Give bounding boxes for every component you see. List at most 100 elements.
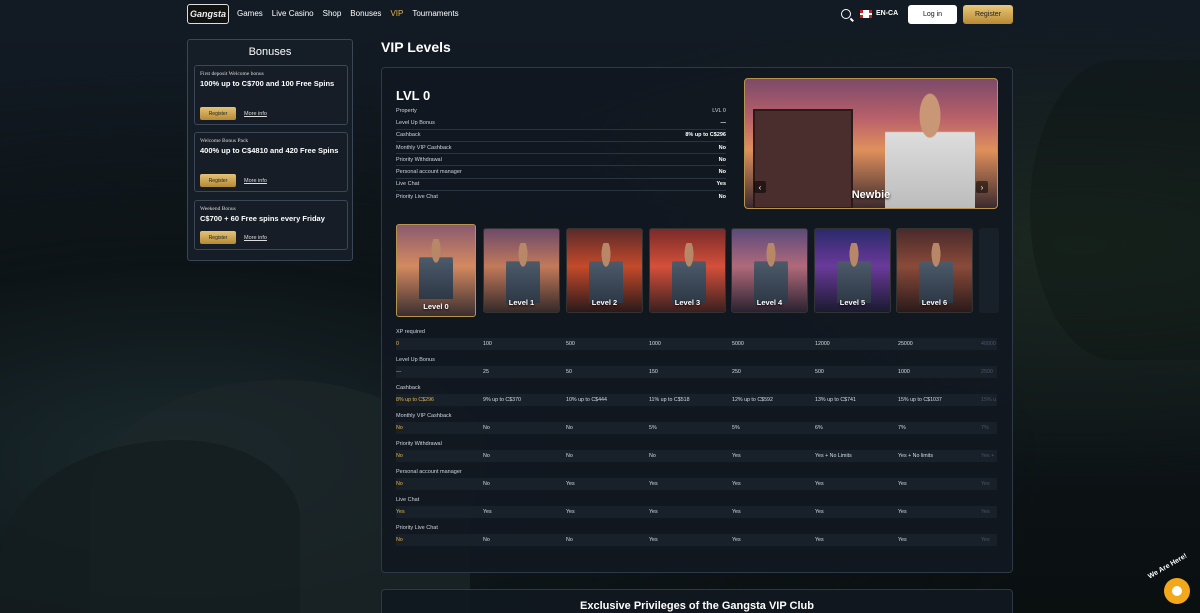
table-cell: No	[649, 453, 656, 459]
bonus-card: Weekend Bonus C$700 + 60 Free spins ever…	[194, 200, 348, 250]
table-cell: Yes	[898, 509, 907, 515]
table-cell: Yes + No limits	[898, 453, 933, 459]
table-cell: Yes + No	[981, 453, 996, 459]
table-section-header: Priority Withdrawal	[396, 440, 442, 447]
property-row: Level Up Bonus —	[396, 117, 726, 130]
nav-live-casino[interactable]: Live Casino	[272, 9, 314, 18]
canada-flag-icon[interactable]	[860, 10, 872, 18]
search-icon[interactable]	[841, 9, 851, 19]
table-cell: Yes	[815, 537, 824, 543]
table-cell: Yes	[981, 509, 990, 515]
level-card-partial[interactable]	[979, 228, 999, 313]
background-palm	[1030, 60, 1200, 360]
nav-bonuses[interactable]: Bonuses	[350, 9, 381, 18]
next-arrow-icon[interactable]: ›	[976, 181, 988, 193]
character-image	[506, 243, 540, 303]
bonus-description: C$700 + 60 Free spins every Friday	[200, 214, 325, 223]
privileges-title: Exclusive Privileges of the Gangsta VIP …	[580, 600, 814, 612]
bonus-register-button[interactable]: Register	[200, 107, 236, 120]
property-row: Monthly VIP Cashback No	[396, 142, 726, 155]
property-label: Property	[396, 108, 417, 115]
table-cell: Yes	[396, 509, 405, 515]
table-cell: Yes	[898, 537, 907, 543]
character-image	[919, 243, 953, 303]
chat-label: We Are Here!	[1147, 552, 1189, 581]
level-card-label: Level 6	[921, 298, 948, 307]
bonus-register-button[interactable]: Register	[200, 231, 236, 244]
property-label: Priority Withdrawal	[396, 156, 442, 163]
table-cell: 100	[483, 341, 492, 347]
main-nav: Games Live Casino Shop Bonuses VIP Tourn…	[237, 9, 459, 18]
language-selector[interactable]: EN-CA	[876, 10, 898, 17]
table-cell: No	[396, 537, 403, 543]
bonus-card: First deposit Welcome bonus 100% up to C…	[194, 65, 348, 125]
property-value: No	[718, 169, 726, 176]
bonus-type: Welcome Bonus Pack	[200, 138, 249, 144]
nav-shop[interactable]: Shop	[323, 9, 342, 18]
bonus-more-info-link[interactable]: More info	[244, 178, 267, 184]
bonus-description: 400% up to C$4810 and 420 Free Spins	[200, 146, 339, 155]
level-card[interactable]: Level 3	[649, 228, 726, 313]
table-row: No No No No Yes Yes + No Limits Yes + No limit…	[396, 450, 997, 462]
level-card[interactable]: Level 2	[566, 228, 643, 313]
table-row: — 25 50 150 250 500 1000 2500	[396, 366, 997, 378]
login-button[interactable]: Log in	[908, 5, 957, 24]
table-cell: No	[396, 425, 403, 431]
bonus-more-info-link[interactable]: More info	[244, 235, 267, 241]
table-cell: 13% up to C$741	[815, 397, 856, 403]
table-cell: Yes	[898, 481, 907, 487]
table-cell: No	[566, 425, 573, 431]
property-value: No	[718, 156, 726, 163]
character-image	[419, 239, 453, 299]
table-section-header: XP required	[396, 328, 425, 335]
level-card[interactable]: Level 5	[814, 228, 891, 313]
level-card[interactable]: Level 0	[396, 224, 476, 317]
nav-tournaments[interactable]: Tournaments	[412, 9, 458, 18]
table-cell: 0	[396, 341, 399, 347]
level-card[interactable]: Level 1	[483, 228, 560, 313]
table-cell: 12% up to C$592	[732, 397, 773, 403]
bonus-register-button[interactable]: Register	[200, 174, 236, 187]
site-logo[interactable]: Gangsta	[187, 4, 229, 24]
table-cell: 5%	[649, 425, 657, 431]
prev-arrow-icon[interactable]: ‹	[754, 181, 766, 193]
table-cell: Yes	[981, 537, 990, 543]
table-cell: 12000	[815, 341, 830, 347]
table-section-header: Cashback	[396, 384, 421, 391]
level-card[interactable]: Level 4	[731, 228, 808, 313]
background-rock	[0, 440, 300, 613]
property-value: LVL 0	[712, 108, 726, 115]
table-cell: 1000	[898, 369, 910, 375]
nav-vip[interactable]: VIP	[390, 9, 403, 18]
table-cell: 250	[732, 369, 741, 375]
hero-level-name: Newbie	[851, 189, 891, 201]
character-image	[837, 243, 871, 303]
table-cell: Yes	[732, 537, 741, 543]
property-row: Cashback 8% up to C$296	[396, 130, 726, 142]
property-value: Yes	[716, 181, 726, 188]
table-section-header: Monthly VIP Cashback	[396, 412, 452, 419]
table-cell: Yes	[483, 509, 492, 515]
table-cell: 5%	[732, 425, 740, 431]
property-label: Monthly VIP Cashback	[396, 144, 452, 151]
table-row: No No No Yes Yes Yes Yes Yes	[396, 534, 997, 546]
bonus-more-info-link[interactable]: More info	[244, 111, 267, 117]
property-value: No	[718, 194, 726, 201]
table-section-header: Personal account manager	[396, 468, 462, 475]
table-cell: Yes	[566, 509, 575, 515]
table-cell: 10% up to C$444	[566, 397, 607, 403]
level-card-label: Level 4	[756, 298, 783, 307]
property-row: Live Chat Yes	[396, 179, 726, 192]
level-card[interactable]: Level 6	[896, 228, 973, 313]
bonuses-sidebar: Bonuses First deposit Welcome bonus 100%…	[187, 39, 353, 261]
nav-games[interactable]: Games	[237, 9, 263, 18]
level-card-label: Level 1	[508, 298, 535, 307]
bonus-type: Weekend Bonus	[200, 206, 236, 212]
property-label: Personal account manager	[396, 169, 462, 176]
property-row: Priority Live Chat No	[396, 191, 726, 203]
register-button[interactable]: Register	[963, 5, 1013, 24]
property-header: Property LVL 0	[396, 105, 726, 117]
property-label: Live Chat	[396, 181, 420, 188]
chat-icon[interactable]	[1164, 578, 1190, 604]
table-cell: 11% up to C$518	[649, 397, 690, 403]
